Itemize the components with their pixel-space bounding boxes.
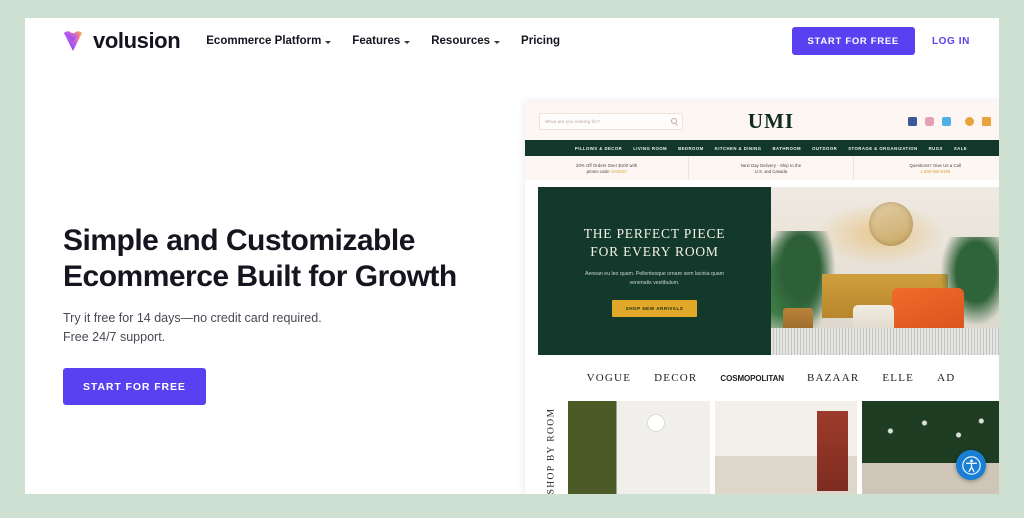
promo-line-1: Questions? Give Us a Call [909, 162, 962, 168]
header-start-for-free-button[interactable]: START FOR FREE [791, 27, 915, 55]
nav-item-label: Ecommerce Platform [206, 35, 322, 47]
room-card-kitchen[interactable] [715, 401, 857, 494]
hero-sub-line-1: Try it free for 14 days—no credit card r… [63, 311, 322, 325]
shop-by-room-cards [568, 401, 999, 494]
site-header: volusion Ecommerce Platform Features Res… [25, 18, 999, 64]
press-logo-ad: AD [937, 372, 956, 384]
login-link[interactable]: LOG IN [932, 36, 970, 47]
store-nav-item-pillows-decor[interactable]: PILLOWS & DECOR [575, 146, 622, 151]
store-category-nav: PILLOWS & DECOR LIVING ROOM BEDROOM KITC… [525, 140, 999, 156]
store-nav-item-outdoor[interactable]: OUTDOOR [812, 146, 837, 151]
store-nav-item-bathroom[interactable]: BATHROOM [772, 146, 801, 151]
nav-item-pricing[interactable]: Pricing [521, 35, 560, 47]
chevron-down-icon [494, 40, 501, 44]
promo-line-2-text: promo code: [586, 168, 610, 174]
press-logo-elle: ELLE [882, 372, 915, 384]
promo-item-discount: 20% Off Orders Over $100 with promo code… [525, 156, 690, 180]
promo-line-1: Next Day Delivery - Ship to the [740, 162, 802, 168]
press-logo-bazaar: BAZAAR [806, 372, 860, 384]
logo[interactable]: volusion [62, 28, 181, 54]
website-canvas: volusion Ecommerce Platform Features Res… [25, 18, 999, 494]
store-header-icons: 0 [908, 116, 999, 126]
promo-line-2: U.S. and Canada [754, 168, 788, 174]
press-logo-row: VOGUE DECOR COSMOPOLITAN BAZAAR ELLE AD [525, 355, 999, 401]
shop-by-room-label: SHOP BY ROOM [538, 401, 564, 494]
store-promo-strip: 20% Off Orders Over $100 with promo code… [525, 156, 999, 180]
banner-heading-line-2: FOR EVERY ROOM [590, 243, 719, 259]
chevron-down-icon [404, 40, 411, 44]
nav-item-label: Features [352, 35, 401, 47]
nav-item-ecommerce-platform[interactable]: Ecommerce Platform [206, 35, 332, 47]
instagram-icon[interactable] [925, 116, 935, 126]
store-hero-banner: THE PERFECT PIECE FOR EVERY ROOM Aenean … [538, 187, 999, 355]
press-logo-elle-decor: DECOR [654, 372, 698, 384]
room-card-outdoor[interactable] [862, 401, 999, 494]
banner-text-panel: THE PERFECT PIECE FOR EVERY ROOM Aenean … [538, 187, 771, 355]
promo-line-2: promo code: SAVE20 [587, 169, 627, 174]
banner-shop-new-arrivals-button[interactable]: SHOP NEW ARRIVALS [611, 300, 698, 318]
volusion-logo-icon [62, 29, 84, 53]
hero-heading-line-2: Ecommerce Built for Growth [63, 260, 457, 293]
cart-icon[interactable] [982, 116, 992, 126]
nav-item-features[interactable]: Features [352, 35, 411, 47]
primary-nav: Ecommerce Platform Features Resources Pr… [206, 35, 560, 47]
banner-body: Aenean eu leo quam. Pellentesque ornare … [581, 270, 729, 288]
press-logo-cosmopolitan: COSMOPOLITAN [720, 373, 784, 383]
promo-phone-number: 1-800-555-0199 [920, 168, 951, 174]
shop-by-room-section: SHOP BY ROOM [525, 401, 999, 494]
nav-item-label: Pricing [521, 35, 561, 47]
hero-sub-line-2: Free 24/7 support. [63, 330, 166, 345]
banner-heading-line-1: THE PERFECT PIECE [583, 225, 726, 241]
store-header: What are you looking for? UMI 0 [525, 102, 999, 140]
hero-heading-line-1: Simple and Customizable [63, 224, 415, 257]
chevron-down-icon [325, 40, 332, 44]
banner-body-line-1: Aenean eu leo quam. Pellentesque ornare … [584, 270, 694, 277]
promo-code: SAVE20 [611, 168, 627, 174]
logo-text: volusion [93, 28, 181, 53]
facebook-icon[interactable] [908, 116, 918, 126]
room-card-bedroom[interactable] [568, 401, 710, 494]
header-actions: START FOR FREE LOG IN [791, 27, 970, 55]
store-nav-item-kitchen-dining[interactable]: KITCHEN & DINING [715, 146, 762, 151]
nav-item-resources[interactable]: Resources [431, 35, 501, 47]
promo-line-1: 20% Off Orders Over $100 with [576, 162, 638, 168]
banner-room-photo [771, 187, 999, 355]
store-nav-item-bedroom[interactable]: BEDROOM [678, 146, 704, 151]
store-nav-item-storage-organization[interactable]: STORAGE & ORGANIZATION [848, 146, 917, 151]
store-nav-item-rugs[interactable]: RUGS [929, 146, 943, 151]
page-background: volusion Ecommerce Platform Features Res… [0, 0, 1024, 518]
promo-item-delivery: Next Day Delivery - Ship to the U.S. and… [689, 156, 854, 180]
store-nav-item-sale[interactable]: SALE [954, 146, 967, 151]
hero-content: Simple and Customizable Ecommerce Built … [63, 223, 483, 405]
hero-subtitle: Try it free for 14 days—no credit card r… [63, 309, 483, 348]
accessibility-icon [961, 455, 981, 475]
rug-decor [771, 328, 999, 355]
accessibility-widget-button[interactable] [956, 450, 986, 480]
banner-heading: THE PERFECT PIECE FOR EVERY ROOM [584, 225, 726, 261]
store-nav-item-living-room[interactable]: LIVING ROOM [633, 146, 667, 151]
mirror-decor [868, 202, 913, 247]
page-title: Simple and Customizable Ecommerce Built … [63, 223, 483, 295]
promo-item-contact: Questions? Give Us a Call 1-800-555-0199 [854, 156, 999, 180]
press-logo-vogue: VOGUE [586, 372, 632, 384]
room-photo-image [771, 187, 999, 355]
shop-by-room-label-text: SHOP BY ROOM [546, 407, 556, 494]
hero-start-for-free-button[interactable]: START FOR FREE [63, 367, 206, 405]
twitter-icon[interactable] [942, 116, 952, 126]
nav-item-label: Resources [431, 35, 491, 47]
account-icon[interactable] [965, 116, 975, 126]
store-preview: What are you looking for? UMI 0 [502, 83, 999, 494]
store-preview-frame: What are you looking for? UMI 0 [525, 102, 999, 494]
